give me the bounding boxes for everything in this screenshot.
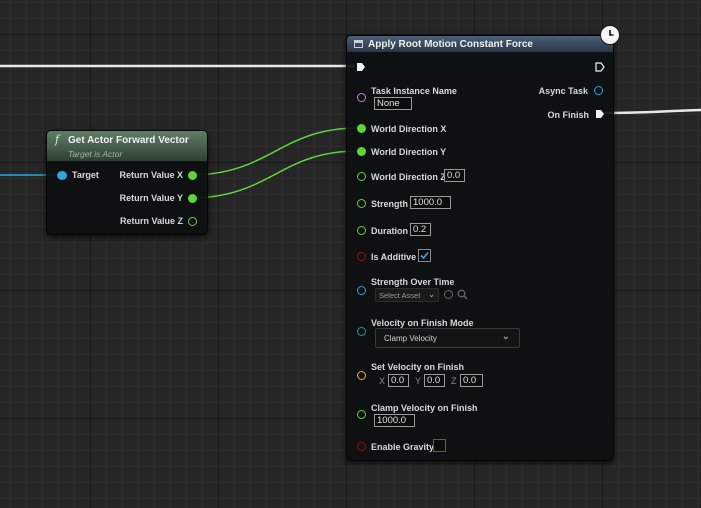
exec-wire-out[interactable] — [601, 108, 701, 115]
node-type-icon — [354, 40, 363, 48]
z-component-field[interactable]: 0.0 — [460, 374, 483, 387]
apply-root-motion-node[interactable]: Apply Root Motion Constant Force Async T… — [346, 35, 614, 461]
on-finish-label: On Finish — [547, 110, 590, 120]
chevron-down-icon: ⌄ — [428, 290, 435, 299]
world-direction-y-pin[interactable] — [357, 147, 366, 156]
set-velocity-on-finish-pin[interactable] — [357, 371, 366, 380]
velocity-on-finish-mode-label: Velocity on Finish Mode — [371, 318, 474, 328]
asset-picker[interactable]: Select Asset ⌄ — [375, 288, 439, 302]
world-direction-x-label: World Direction X — [371, 124, 447, 134]
velocity-mode-dropdown[interactable]: Clamp Velocity ⌄ — [375, 328, 520, 348]
strength-over-time-pin[interactable] — [357, 286, 366, 295]
node-header[interactable]: f Get Actor Forward Vector Target is Act… — [47, 131, 207, 161]
set-velocity-on-finish-label: Set Velocity on Finish — [371, 362, 465, 372]
asset-picker-value: Select Asset — [379, 291, 421, 300]
x-component-field[interactable]: 0.0 — [388, 374, 409, 387]
x-component-label: X — [379, 376, 386, 386]
strength-field[interactable]: 1000.0 — [410, 196, 451, 209]
world-direction-y-label: World Direction Y — [371, 147, 447, 157]
return-value-y-pin[interactable] — [188, 194, 197, 203]
async-task-label: Async Task — [538, 86, 588, 96]
is-additive-checkbox[interactable] — [418, 249, 431, 262]
enable-gravity-label: Enable Gravity — [371, 442, 435, 452]
chevron-down-icon: ⌄ — [501, 331, 510, 342]
target-pin[interactable] — [57, 171, 67, 180]
z-component-label: Z — [451, 376, 457, 386]
world-direction-z-label: World Direction Z — [371, 172, 446, 182]
wire-x[interactable] — [189, 127, 359, 176]
clamp-velocity-on-finish-pin[interactable] — [357, 410, 366, 419]
strength-label: Strength — [371, 199, 408, 209]
return-value-z-label: Return Value Z — [119, 216, 183, 226]
duration-pin[interactable] — [357, 226, 366, 235]
return-value-x-pin[interactable] — [188, 171, 197, 180]
enable-gravity-checkbox[interactable] — [433, 439, 446, 452]
y-component-label: Y — [415, 376, 422, 386]
strength-over-time-label: Strength Over Time — [371, 277, 455, 287]
duration-field[interactable]: 0.2 — [410, 223, 431, 236]
task-instance-name-pin[interactable] — [357, 93, 366, 102]
checkmark-icon — [420, 251, 429, 260]
velocity-mode-value: Clamp Velocity — [384, 334, 437, 343]
node-title: Get Actor Forward Vector — [68, 135, 189, 146]
clamp-velocity-field[interactable]: 1000.0 — [374, 414, 415, 427]
node-subtitle: Target is Actor — [68, 149, 123, 159]
node-title: Apply Root Motion Constant Force — [368, 39, 533, 50]
return-value-y-label: Return Value Y — [119, 193, 183, 203]
wire-y[interactable] — [189, 150, 359, 199]
return-value-z-pin[interactable] — [188, 217, 197, 226]
clock-icon — [600, 25, 620, 45]
world-direction-z-field[interactable]: 0.0 — [444, 169, 465, 182]
on-finish-exec-pin[interactable] — [595, 109, 605, 119]
enable-gravity-pin[interactable] — [357, 442, 366, 451]
function-icon: f — [55, 133, 60, 146]
velocity-on-finish-mode-pin[interactable] — [357, 327, 366, 336]
return-value-x-label: Return Value X — [119, 170, 183, 180]
y-component-field[interactable]: 0.0 — [424, 374, 445, 387]
strength-pin[interactable] — [357, 199, 366, 208]
world-direction-x-pin[interactable] — [357, 124, 366, 133]
task-instance-name-label: Task Instance Name — [371, 86, 457, 96]
browse-asset-icon[interactable] — [444, 290, 453, 299]
world-direction-z-pin[interactable] — [357, 172, 366, 181]
duration-label: Duration — [371, 226, 408, 236]
async-task-pin[interactable] — [594, 86, 603, 95]
node-header[interactable]: Apply Root Motion Constant Force — [347, 36, 613, 52]
task-instance-name-field[interactable]: None — [374, 97, 412, 110]
get-actor-forward-vector-node[interactable]: f Get Actor Forward Vector Target is Act… — [46, 130, 208, 235]
search-icon[interactable] — [457, 289, 468, 300]
exec-then-pin[interactable] — [595, 62, 605, 72]
clamp-velocity-on-finish-label: Clamp Velocity on Finish — [371, 403, 478, 413]
target-label: Target — [72, 170, 99, 180]
is-additive-pin[interactable] — [357, 252, 366, 261]
exec-in-pin[interactable] — [356, 62, 366, 72]
is-additive-label: Is Additive — [371, 252, 417, 262]
